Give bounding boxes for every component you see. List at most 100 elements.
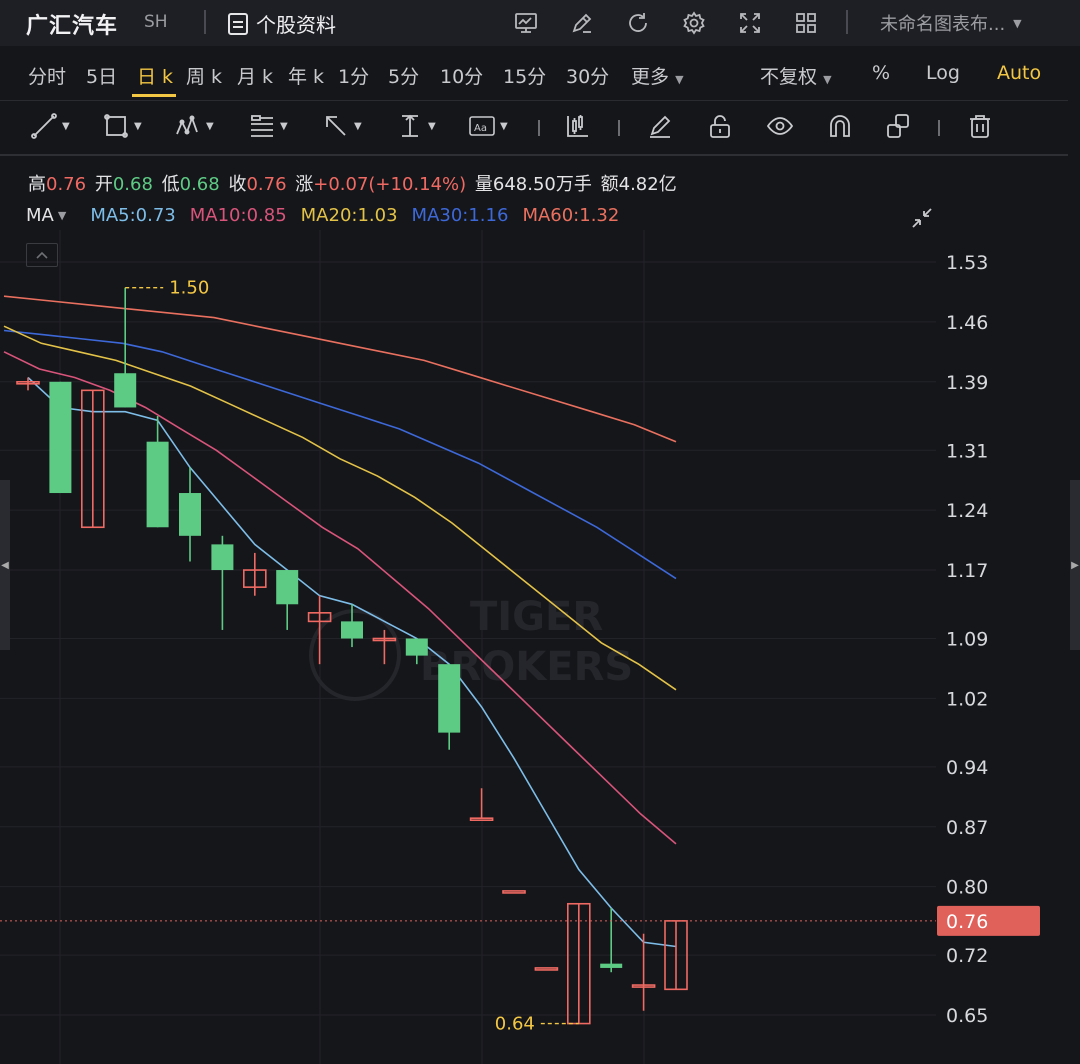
high-value: 0.76 bbox=[46, 174, 87, 195]
y-axis-tick-label: 0.65 bbox=[946, 1005, 988, 1027]
trash-icon bbox=[970, 115, 990, 138]
magnet-button[interactable] bbox=[826, 112, 854, 140]
candle-body-down bbox=[49, 381, 72, 494]
chevron-down-icon: ▼ bbox=[280, 120, 288, 132]
auto-toggle[interactable]: Auto bbox=[997, 62, 1041, 84]
header-divider-2 bbox=[846, 10, 848, 34]
watermark-text: TIGER bbox=[470, 594, 603, 640]
percent-toggle[interactable]: % bbox=[872, 62, 890, 84]
candle-body-up bbox=[534, 967, 559, 971]
period-tab-weekly[interactable]: 周 k bbox=[186, 62, 222, 89]
refresh-icon[interactable] bbox=[622, 8, 654, 38]
divider bbox=[0, 100, 1068, 101]
text-tool-icon: Aa bbox=[469, 116, 495, 136]
lock-icon bbox=[710, 115, 730, 138]
pattern-tool-button[interactable]: ▼ bbox=[174, 112, 214, 140]
right-panel-handle[interactable]: ▶ bbox=[1070, 480, 1080, 650]
text-tool-button[interactable]: Aa ▼ bbox=[468, 112, 508, 140]
y-axis-tick-label: 1.09 bbox=[946, 629, 988, 651]
y-axis-tick-label: 1.02 bbox=[946, 688, 988, 710]
fullscreen-icon[interactable] bbox=[734, 8, 766, 38]
candlestick-chart[interactable]: TIGERBROKERS1.531.461.391.311.241.171.09… bbox=[0, 230, 1080, 1064]
gear-icon[interactable] bbox=[678, 8, 710, 38]
candle-body-down bbox=[405, 638, 428, 656]
period-tab-intraday[interactable]: 分时 bbox=[28, 62, 66, 89]
drawing-toolbar: ▼ ▼ ▼ ▼ ▼ ▼ Aa ▼ bbox=[0, 102, 1080, 152]
candle-style-icon bbox=[567, 115, 588, 137]
brush-button[interactable] bbox=[646, 112, 674, 140]
low-annotation-label: 0.64 bbox=[495, 1014, 535, 1035]
period-tab-monthly[interactable]: 月 k bbox=[237, 62, 273, 89]
volume-label: 量 bbox=[474, 174, 493, 195]
arrow-tool-button[interactable]: ▼ bbox=[322, 112, 362, 140]
log-toggle[interactable]: Log bbox=[926, 62, 960, 84]
line-tool-button[interactable]: ▼ bbox=[30, 112, 70, 140]
period-tab-1min[interactable]: 1分 bbox=[338, 62, 369, 89]
y-axis-tick-label: 0.72 bbox=[946, 945, 988, 967]
chevron-down-icon: ▼ bbox=[675, 73, 684, 86]
pattern-tool-icon bbox=[176, 115, 198, 135]
change-value: +0.07(+10.14%) bbox=[313, 174, 467, 195]
measure-tool-button[interactable]: ▼ bbox=[396, 112, 436, 140]
rectangle-tool-icon bbox=[104, 114, 128, 138]
layout-grid-icon[interactable] bbox=[790, 8, 822, 38]
y-axis-tick-label: 1.46 bbox=[946, 312, 988, 334]
candle-body-up bbox=[502, 890, 526, 894]
stock-profile-button[interactable]: 个股资料 bbox=[228, 9, 336, 38]
collapse-icon bbox=[912, 208, 932, 228]
y-axis-tick-label: 1.24 bbox=[946, 500, 988, 522]
y-axis-tick-label: 1.39 bbox=[946, 372, 988, 394]
candle-style-button[interactable] bbox=[564, 112, 592, 140]
candle-body-down bbox=[276, 570, 299, 605]
ma10-legend: MA10:0.85 bbox=[189, 205, 287, 226]
chart-layout-selector[interactable]: 未命名图表布... ▼ bbox=[880, 10, 1022, 36]
active-period-underline bbox=[132, 94, 176, 97]
period-tab-daily[interactable]: 日 k bbox=[137, 62, 173, 89]
chevron-down-icon: ▼ bbox=[62, 120, 70, 132]
header-icon-group bbox=[510, 8, 822, 38]
edit-icon[interactable] bbox=[566, 8, 598, 38]
lock-button[interactable] bbox=[706, 112, 734, 140]
chevron-down-icon: ▼ bbox=[57, 209, 67, 222]
document-icon bbox=[228, 12, 248, 35]
layers-button[interactable] bbox=[884, 112, 912, 140]
period-tab-yearly[interactable]: 年 k bbox=[288, 62, 324, 89]
open-value: 0.68 bbox=[112, 174, 153, 195]
measure-tool-icon bbox=[402, 114, 418, 137]
chart-settings-icon[interactable] bbox=[510, 8, 542, 38]
period-tab-30min[interactable]: 30分 bbox=[566, 62, 609, 89]
fib-tool-button[interactable]: ▼ bbox=[248, 112, 288, 140]
period-tab-15min[interactable]: 15分 bbox=[503, 62, 546, 89]
svg-text:Aa: Aa bbox=[474, 123, 487, 134]
magnet-icon bbox=[830, 115, 850, 137]
collapse-legend-button[interactable] bbox=[910, 206, 934, 230]
period-more-label: 更多 bbox=[631, 66, 670, 88]
line-tool-icon bbox=[31, 113, 57, 139]
adjust-label: 不复权 bbox=[760, 66, 818, 88]
stock-name: 广汇汽车 bbox=[26, 14, 119, 39]
y-axis-tick-label: 1.53 bbox=[946, 252, 988, 274]
period-tab-5day[interactable]: 5日 bbox=[86, 62, 117, 89]
chart-layout-name: 未命名图表布... bbox=[880, 14, 1006, 35]
visibility-button[interactable] bbox=[766, 112, 794, 140]
left-panel-handle[interactable]: ◀ bbox=[0, 480, 10, 650]
ma-indicator-selector[interactable]: MA ▼ bbox=[26, 205, 66, 226]
adjust-selector[interactable]: 不复权 ▼ bbox=[760, 62, 832, 89]
candle-body-down bbox=[146, 441, 169, 528]
candle-body-down bbox=[438, 664, 461, 733]
expand-panel-button[interactable] bbox=[26, 243, 58, 267]
amount-label: 额 bbox=[600, 174, 619, 195]
y-axis-tick-label: 0.80 bbox=[946, 877, 988, 899]
ma60-legend: MA60:1.32 bbox=[522, 205, 620, 226]
period-tab-10min[interactable]: 10分 bbox=[440, 62, 483, 89]
period-tab-more[interactable]: 更多 ▼ bbox=[631, 62, 684, 89]
period-tab-5min[interactable]: 5分 bbox=[388, 62, 419, 89]
delete-drawings-button[interactable] bbox=[966, 112, 994, 140]
ma30-line bbox=[3, 329, 677, 580]
ma60-line bbox=[3, 295, 677, 443]
rectangle-tool-button[interactable]: ▼ bbox=[102, 112, 142, 140]
ma5-legend: MA5:0.73 bbox=[90, 205, 176, 226]
stock-profile-label: 个股资料 bbox=[256, 13, 336, 37]
layers-icon bbox=[887, 114, 909, 138]
change-label: 涨 bbox=[295, 174, 314, 195]
